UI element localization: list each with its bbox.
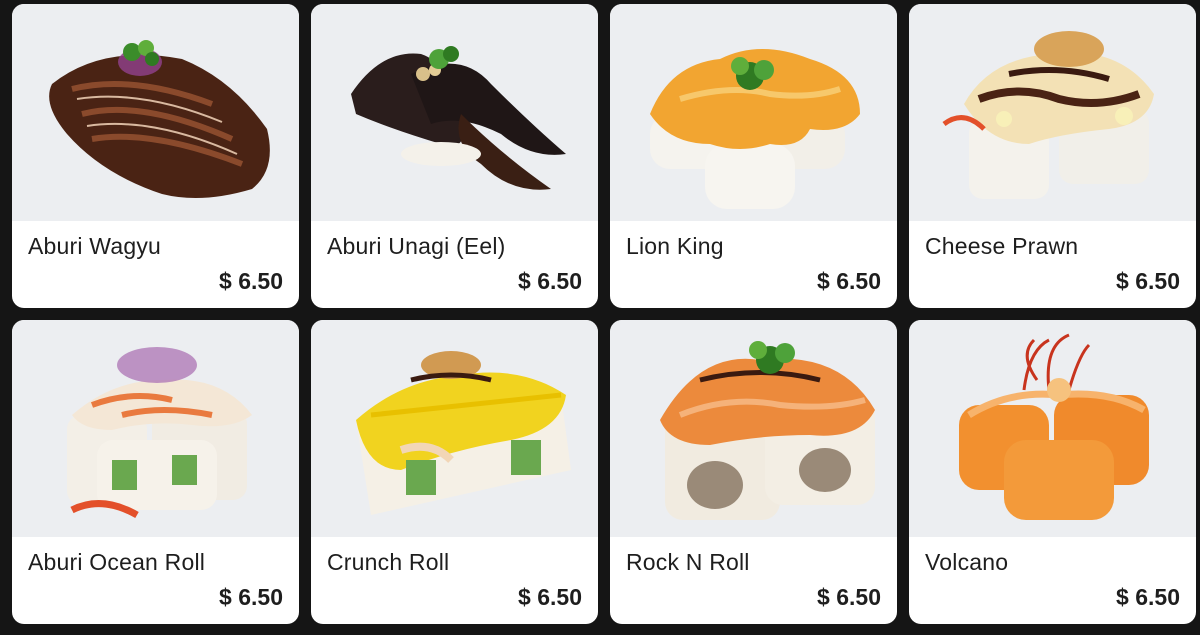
menu-item-name: Rock N Roll — [626, 549, 750, 575]
menu-item-name: Cheese Prawn — [925, 233, 1079, 259]
menu-item-card[interactable]: Rock N Roll $ 6.50 — [610, 320, 897, 624]
menu-item-price: $ 6.50 — [817, 584, 881, 610]
menu-item-price: $ 6.50 — [817, 268, 881, 294]
lion-king-photo — [610, 4, 897, 221]
crunch-roll-photo — [311, 320, 598, 537]
menu-item-name: Aburi Wagyu — [28, 233, 162, 259]
aburi-unagi-photo — [311, 4, 598, 221]
menu-item-price: $ 6.50 — [1116, 584, 1180, 610]
aburi-ocean-roll-photo — [12, 320, 299, 537]
menu-item-price: $ 6.50 — [518, 584, 582, 610]
menu-item-card[interactable]: Aburi Wagyu $ 6.50 — [12, 4, 299, 308]
menu-item-card[interactable]: Cheese Prawn $ 6.50 — [909, 4, 1196, 308]
menu-item-name: Volcano — [925, 549, 1009, 575]
menu-item-price: $ 6.50 — [219, 268, 283, 294]
menu-item-name: Lion King — [626, 233, 724, 259]
aburi-wagyu-photo — [12, 4, 299, 221]
menu-item-price: $ 6.50 — [1116, 268, 1180, 294]
menu-item-price: $ 6.50 — [518, 268, 582, 294]
menu-grid: Aburi Wagyu $ 6.50 Aburi Unagi (Eel) $ 6… — [12, 4, 1196, 624]
volcano-photo — [909, 320, 1196, 537]
menu-item-card[interactable]: Aburi Unagi (Eel) $ 6.50 — [311, 4, 598, 308]
rock-n-roll-photo — [610, 320, 897, 537]
menu-item-card[interactable]: Lion King $ 6.50 — [610, 4, 897, 308]
menu-item-name: Aburi Unagi (Eel) — [327, 233, 506, 259]
menu-item-card[interactable]: Crunch Roll $ 6.50 — [311, 320, 598, 624]
menu-item-price: $ 6.50 — [219, 584, 283, 610]
menu-item-name: Aburi Ocean Roll — [28, 549, 206, 575]
menu-item-card[interactable]: Aburi Ocean Roll $ 6.50 — [12, 320, 299, 624]
cheese-prawn-photo — [909, 4, 1196, 221]
menu-item-card[interactable]: Volcano $ 6.50 — [909, 320, 1196, 624]
menu-item-name: Crunch Roll — [327, 549, 450, 575]
